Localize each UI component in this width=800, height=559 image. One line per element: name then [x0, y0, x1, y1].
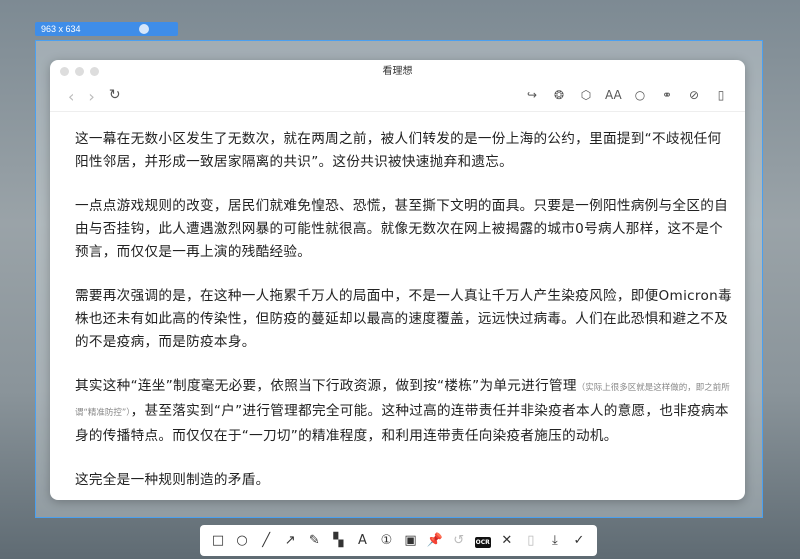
pencil-icon[interactable]: ✎ [304, 533, 324, 548]
ocr-label: OCR [474, 537, 491, 548]
paragraph: 这完全是一种规则制造的矛盾。 [75, 472, 270, 488]
cancel-icon[interactable]: ✕ [497, 533, 517, 548]
title-bar: 看理想 [50, 60, 745, 84]
zoom-button[interactable] [90, 67, 99, 76]
browser-window: 看理想 ‹ › ↻ ↪ ❂ ⬡ AA ○ ⚭ ⊘ ▯ 这一幕在无数小区发生了无数… [50, 60, 745, 500]
image-icon[interactable]: ▣ [401, 533, 421, 548]
text-icon[interactable]: A [352, 533, 372, 548]
article-body: 这一幕在无数小区发生了无数次，就在两周之前，被人们转发的是一份上海的公约，里面提… [75, 128, 735, 500]
nav-bar: ‹ › ↻ ↪ ❂ ⬡ AA ○ ⚭ ⊘ ▯ [50, 84, 745, 112]
aperture-icon[interactable]: ❂ [551, 88, 567, 102]
window-title: 看理想 [382, 66, 413, 77]
confirm-icon[interactable]: ✓ [569, 533, 589, 548]
chat-icon[interactable]: ○ [632, 88, 648, 102]
line-icon[interactable]: ╱ [256, 533, 276, 548]
back-icon[interactable]: ‹ [68, 87, 74, 106]
paragraph-text: ，甚至落实到“户”进行管理都完全可能。这种过高的连带责任并非染疫者本人的意愿，也… [75, 403, 729, 444]
circle-icon[interactable]: ○ [232, 533, 252, 548]
minimize-button[interactable] [75, 67, 84, 76]
arrow-icon[interactable]: ↗ [280, 533, 300, 548]
capture-size-label: 963 x 634 [35, 22, 178, 36]
paragraph: 其实这种“连坐”制度毫无必要，依照当下行政资源，做到按“楼栋”为单元进行管理（实… [75, 375, 735, 448]
ocr-button[interactable]: OCR [473, 533, 493, 548]
rectangle-icon[interactable]: □ [208, 533, 228, 548]
download-icon[interactable]: ⤓ [545, 533, 565, 548]
paragraph-text: 其实这种“连坐”制度毫无必要，依照当下行政资源，做到按“楼栋”为单元进行管理 [75, 378, 577, 394]
phone-icon[interactable]: ▯ [521, 533, 541, 548]
forward-icon[interactable]: › [88, 87, 94, 106]
mosaic-icon[interactable]: ▚ [328, 533, 348, 548]
pin-icon[interactable]: 📌 [425, 533, 445, 548]
link-icon[interactable]: ⚭ [659, 88, 675, 102]
size-handle[interactable] [139, 24, 149, 34]
paragraph: 这一幕在无数小区发生了无数次，就在两周之前，被人们转发的是一份上海的公约，里面提… [75, 131, 722, 170]
size-text: 963 x 634 [41, 24, 81, 34]
reload-icon[interactable]: ↻ [109, 87, 121, 106]
undo-icon[interactable]: ↺ [449, 533, 469, 548]
paragraph: 一点点游戏规则的改变，居民们就难免惶恐、恐慌，甚至撕下文明的面具。只要是一例阳性… [75, 198, 729, 260]
close-button[interactable] [60, 67, 69, 76]
paragraph: 需要再次强调的是，在这种一人拖累千万人的局面中，不是一人真让千万人产生染疫风险，… [75, 288, 732, 350]
device-icon[interactable]: ▯ [713, 88, 729, 102]
compass-icon[interactable]: ⊘ [686, 88, 702, 102]
window-controls[interactable] [60, 67, 99, 76]
number-marker-icon[interactable]: ① [376, 533, 396, 548]
share-icon[interactable]: ↪ [524, 88, 540, 102]
annotation-toolbar: □ ○ ╱ ↗ ✎ ▚ A ① ▣ 📌 ↺ OCR ✕ ▯ ⤓ ✓ [200, 525, 597, 556]
font-size-icon[interactable]: AA [605, 88, 622, 102]
cube-icon[interactable]: ⬡ [578, 88, 594, 102]
